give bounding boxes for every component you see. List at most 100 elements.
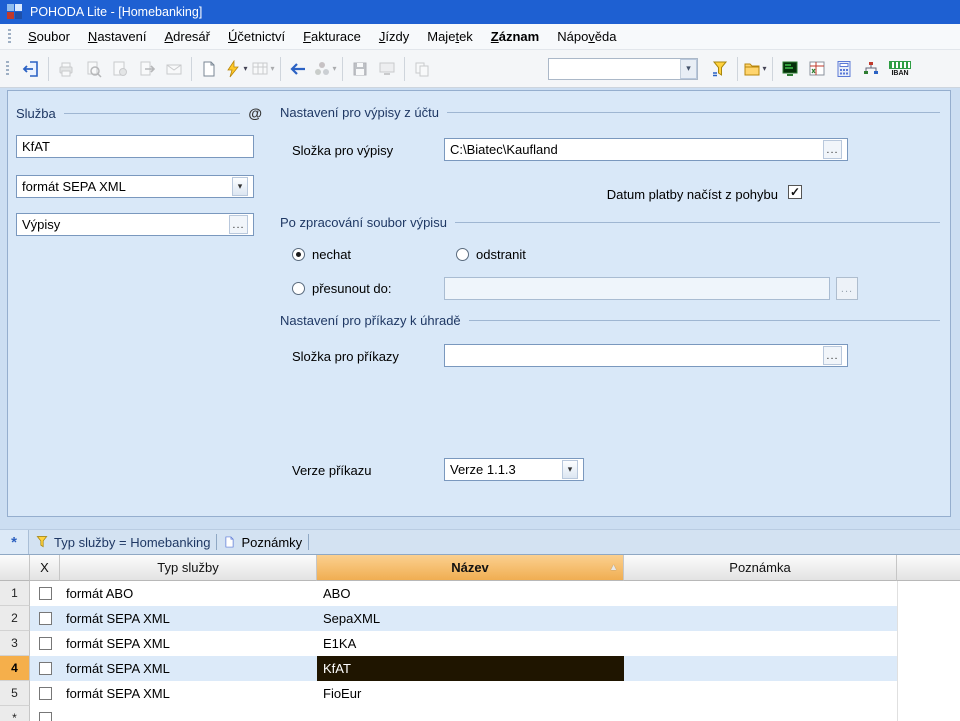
select-all-button[interactable]: * [0,530,29,554]
service-code-input[interactable]: KfAT [16,135,254,158]
cell-type: formát SEPA XML [60,631,317,656]
tab-notes[interactable]: Poznámky [217,530,308,554]
row-number: 2 [0,606,30,631]
menubar-grip[interactable] [8,29,11,45]
menu-napoveda[interactable]: Nápověda [548,25,625,48]
cell-extra [897,656,960,681]
header-x[interactable]: X [30,555,60,581]
new-record-icon[interactable] [196,56,222,82]
table-header-row: X Typ služby Název ▲ Poznámka [0,555,960,581]
table-row[interactable]: 5 formát SEPA XML FioEur [0,681,960,706]
chevron-down-icon[interactable]: ▾ [243,64,247,73]
table-row-selected[interactable]: 4 formát SEPA XML KfAT [0,656,960,681]
orders-folder-input[interactable]: ... [444,344,848,367]
service-format-select[interactable]: formát SEPA XML ▾ [16,175,254,198]
menu-fakturace[interactable]: Fakturace [294,25,370,48]
toolbar-grip[interactable] [6,61,9,77]
menu-jizdy[interactable]: Jízdy [370,25,418,48]
keep-radio[interactable] [292,248,305,261]
service-agenda-input[interactable]: Výpisy ... [16,213,254,236]
cell-extra [897,631,960,656]
filter-funnel-icon [35,535,49,549]
page-setup-icon [107,56,133,82]
header-extra [897,555,960,581]
group-divider [469,320,940,321]
mail-icon [161,56,187,82]
back-icon[interactable] [285,56,311,82]
toolbar-separator [48,57,49,81]
menu-majetek[interactable]: Majetek [418,25,482,48]
move-target-input [444,277,830,300]
orders-group-label: Nastavení pro příkazy k úhradě [280,313,461,328]
remove-radio-label[interactable]: odstranit [476,247,526,262]
row-number: 5 [0,681,30,706]
menu-adresar[interactable]: Adresář [155,25,219,48]
orders-folder-label: Složka pro příkazy [292,349,399,364]
header-name[interactable]: Název ▲ [317,555,624,581]
row-number: 1 [0,581,30,606]
browse-folder-button[interactable]: ... [823,140,842,159]
row-checkbox-cell [30,681,60,706]
header-type[interactable]: Typ služby [60,555,317,581]
order-version-value: Verze 1.1.3 [450,462,516,477]
toolbar-separator [404,57,405,81]
cell-extra [897,706,960,721]
exit-agenda-icon[interactable] [18,56,44,82]
header-note[interactable]: Poznámka [624,555,897,581]
table-row-new[interactable]: * [0,706,960,721]
order-version-select[interactable]: Verze 1.1.3 ▾ [444,458,584,481]
move-radio[interactable] [292,282,305,295]
payment-date-checkbox[interactable]: ✓ [788,185,802,199]
homebanking-terminal-icon[interactable] [777,56,803,82]
tab-strip: * Typ služby = Homebanking Poznámky [0,529,960,555]
iban-icon[interactable]: IBAN [885,56,915,82]
tab-filter[interactable]: Typ služby = Homebanking [29,530,216,554]
export-sheet-icon[interactable] [804,56,830,82]
cell-note [624,606,897,631]
move-radio-label[interactable]: přesunout do: [312,281,392,296]
org-chart-icon[interactable] [858,56,884,82]
row-checkbox[interactable] [39,637,52,650]
table-row[interactable]: 1 formát ABO ABO [0,581,960,606]
group-divider [64,113,241,114]
keep-radio-label[interactable]: nechat [312,247,351,262]
filter-icon[interactable] [707,56,733,82]
print-preview-icon [80,56,106,82]
chevron-down-icon[interactable]: ▾ [762,64,766,73]
menu-ucetnictvi[interactable]: Účetnictví [219,25,294,48]
row-number: 4 [0,656,30,681]
at-sign-icon: @ [248,105,262,121]
row-checkbox[interactable] [39,587,52,600]
record-actions-icon[interactable]: ▾ [223,56,249,82]
service-format-value: formát SEPA XML [22,179,126,194]
header-name-label: Název [451,560,489,575]
after-processing-label: Po zpracování soubor výpisu [280,215,447,230]
row-checkbox[interactable] [39,712,52,721]
toolbar-search-combobox[interactable]: ▾ [548,58,698,80]
chevron-down-icon[interactable]: ▾ [562,460,578,479]
table-row[interactable]: 2 formát SEPA XML SepaXML [0,606,960,631]
copy-icon [409,56,435,82]
row-checkbox[interactable] [39,612,52,625]
cell-extra [897,581,960,606]
toolbar-separator [737,57,738,81]
statements-folder-input[interactable]: C:\Biatec\Kaufland ... [444,138,848,161]
cell-name: E1KA [317,631,624,656]
agenda-picker-button[interactable]: ... [229,215,248,234]
menu-soubor[interactable]: Soubor [19,25,79,48]
row-checkbox-cell [30,581,60,606]
table-row[interactable]: 3 formát SEPA XML E1KA [0,631,960,656]
remove-radio[interactable] [456,248,469,261]
menu-nastaveni[interactable]: Nastavení [79,25,156,48]
calculator-icon[interactable] [831,56,857,82]
chevron-down-icon[interactable]: ▾ [232,177,248,196]
payment-date-label: Datum platby načíst z pohybu [428,187,778,202]
row-checkbox[interactable] [39,687,52,700]
row-checkbox[interactable] [39,662,52,675]
menu-zaznam[interactable]: Záznam [482,25,548,48]
chevron-down-icon[interactable]: ▾ [680,59,697,79]
open-folder-icon[interactable]: ▾ [742,56,768,82]
browse-orders-folder-button[interactable]: ... [823,346,842,365]
titlebar[interactable]: POHODA Lite - [Homebanking] [0,0,960,24]
after-processing-header: Po zpracování soubor výpisu [280,215,940,230]
